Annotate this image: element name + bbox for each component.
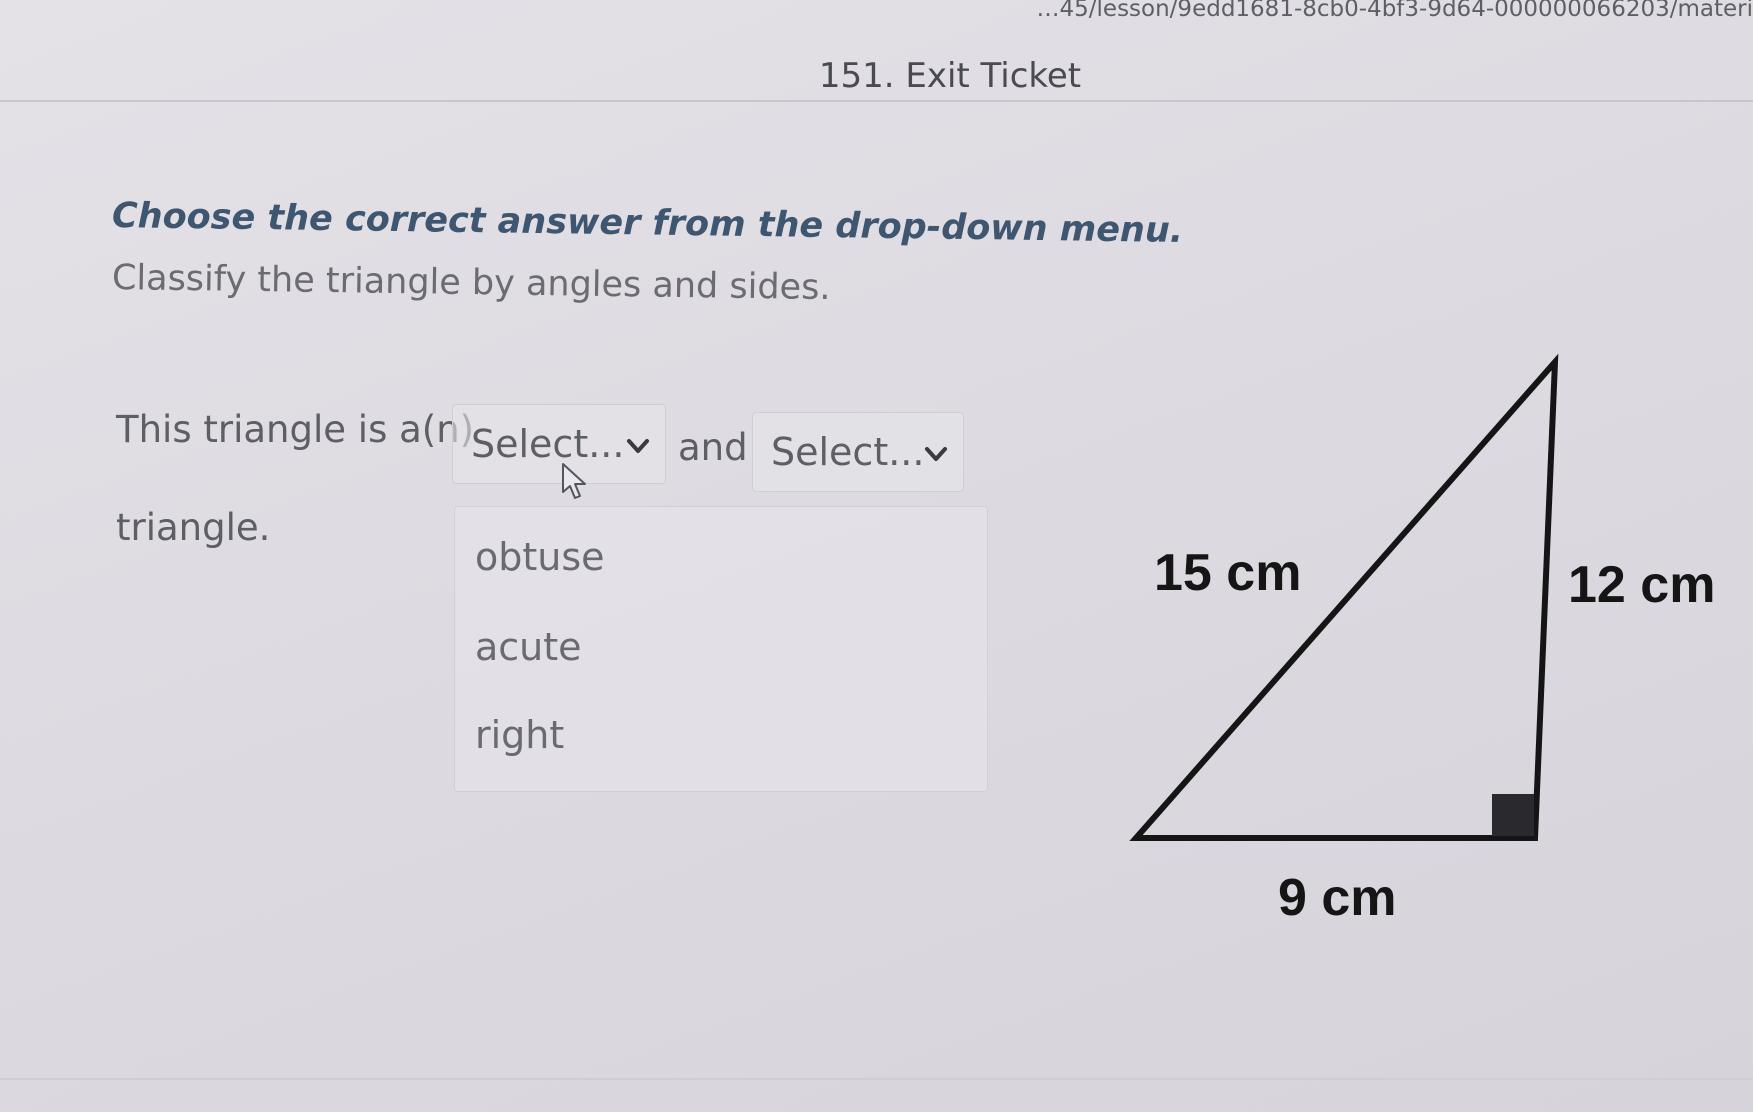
chevron-down-icon <box>925 447 947 461</box>
right-angle-marker <box>1492 794 1534 836</box>
angle-classification-select[interactable]: Select... <box>452 404 666 484</box>
mouse-pointer-icon <box>562 463 586 499</box>
vertical-side-label: 12 cm <box>1568 556 1715 614</box>
sentence-start: This triangle is a(n) <box>116 408 475 451</box>
select-value: Select... <box>771 430 925 474</box>
browser-url[interactable]: …45/lesson/9edd1681-8cb0-4bf3-9d64-00000… <box>993 0 1753 24</box>
hypotenuse-label: 15 cm <box>1154 544 1301 602</box>
page-title: 151. Exit Ticket <box>818 56 1082 96</box>
angle-options-list: obtuse acute right <box>454 506 988 792</box>
option-obtuse[interactable]: obtuse <box>475 535 605 579</box>
header-divider <box>0 100 1753 102</box>
side-classification-select[interactable]: Select... <box>752 412 964 492</box>
chevron-down-icon <box>627 439 649 453</box>
option-right[interactable]: right <box>475 713 564 757</box>
base-side-label: 9 cm <box>1278 869 1397 927</box>
instruction-text: Choose the correct answer from the drop-… <box>111 196 1184 251</box>
footer-divider <box>0 1078 1753 1080</box>
right-triangle-diagram: 15 cm 12 cm 9 cm <box>1129 353 1715 927</box>
option-acute[interactable]: acute <box>475 625 582 669</box>
sentence-middle: and <box>678 426 748 469</box>
sentence-end: triangle. <box>116 506 271 549</box>
question-prompt: Classify the triangle by angles and side… <box>111 258 831 309</box>
select-value: Select... <box>471 422 625 466</box>
